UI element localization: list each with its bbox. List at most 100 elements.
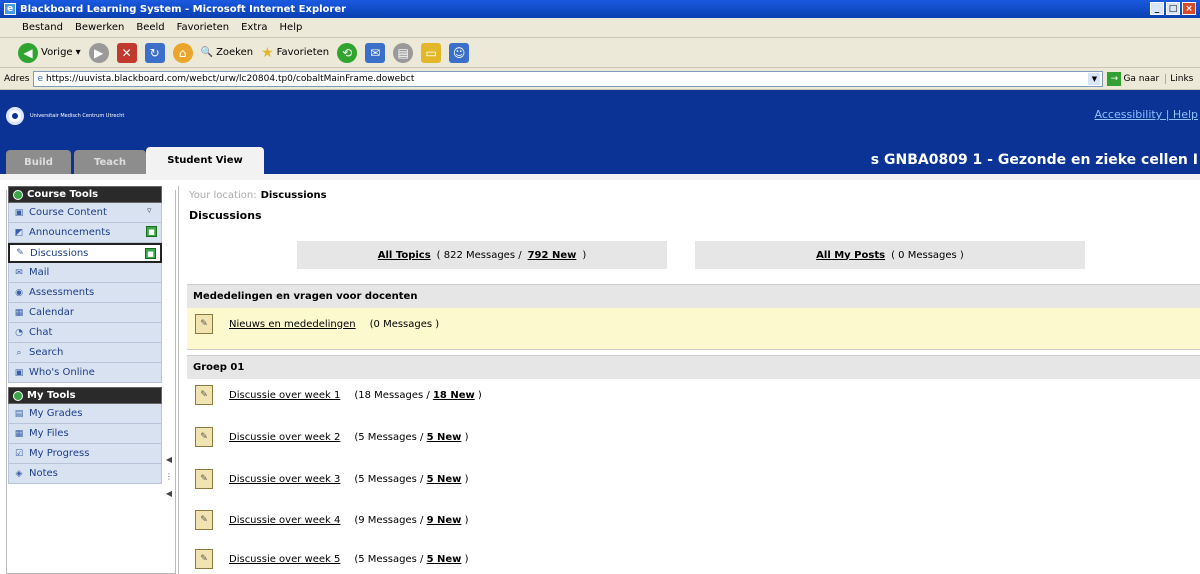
- sidebar-item-whos-online[interactable]: ▣ Who's Online: [8, 363, 162, 383]
- sidebar-item-announcements[interactable]: ◩ Announcements ■: [8, 223, 162, 243]
- menu-favorites[interactable]: Favorieten: [177, 22, 229, 33]
- institution-logo: Universitair Medisch Centrum Utrecht: [6, 107, 124, 125]
- stop-button[interactable]: ✕: [116, 42, 137, 63]
- announcement-icon: ◩: [14, 227, 24, 238]
- discussion-topic-icon: ✎: [195, 469, 213, 489]
- topic-link[interactable]: Discussie over week 4: [229, 515, 340, 526]
- topic-row: ✎ Nieuws en mededelingen (0 Messages ): [187, 308, 1200, 350]
- topic-count: (5 Messages / 5 New ): [354, 473, 469, 485]
- menu-tools[interactable]: Extra: [241, 22, 267, 33]
- back-arrow-icon: ◀: [18, 42, 38, 63]
- topic-link[interactable]: Discussie over week 1: [229, 390, 340, 401]
- tab-build[interactable]: Build: [6, 150, 71, 174]
- menu-bar: Bestand Bewerken Beeld Favorieten Extra …: [0, 18, 1200, 38]
- new-messages-link[interactable]: 18 New: [433, 390, 475, 401]
- mail-button[interactable]: ✉: [365, 42, 386, 63]
- messenger-button[interactable]: ☺: [449, 42, 470, 63]
- sidebar-item-mail[interactable]: ✉ Mail: [8, 263, 162, 283]
- new-messages-link[interactable]: 5 New: [427, 554, 462, 565]
- course-title: s GNBA0809 1 - Gezonde en zieke cellen I: [870, 152, 1198, 168]
- notes-icon: ◈: [15, 468, 23, 479]
- tab-divider: [0, 174, 1200, 180]
- maximize-button[interactable]: □: [1166, 2, 1180, 15]
- topic-row: ✎ Discussie over week 2 (5 Messages / 5 …: [187, 422, 1200, 452]
- history-button[interactable]: ⟲: [337, 42, 358, 63]
- sidebar-collapse-handle[interactable]: ◀ ⋮ ◀: [165, 455, 173, 515]
- online-icon: ▣: [14, 367, 24, 378]
- discussion-topic-icon: ✎: [195, 427, 213, 447]
- address-bar: Adres e https://uuvista.blackboard.com/w…: [0, 68, 1200, 90]
- sidebar-item-course-content[interactable]: ▣ Course Content ▿: [8, 203, 162, 223]
- new-messages-link[interactable]: 5 New: [427, 432, 462, 443]
- tab-teach[interactable]: Teach: [74, 150, 146, 174]
- topic-link[interactable]: Discussie over week 5: [229, 554, 340, 565]
- browser-toolbar: ◀ Vorige ▾ ▶ ✕ ↻ ⌂ 🔍 Zoeken ★ Favorieten…: [0, 38, 1200, 68]
- sidebar-item-search[interactable]: ⌕ Search: [8, 343, 162, 363]
- all-topics-new-link[interactable]: 792 New: [528, 250, 577, 261]
- sidebar-item-my-grades[interactable]: ▤ My Grades: [8, 404, 162, 424]
- accessibility-help-link[interactable]: Accessibility | Help: [1095, 108, 1198, 121]
- topic-link[interactable]: Discussie over week 3: [229, 474, 340, 485]
- favorites-button[interactable]: ★ Favorieten: [261, 45, 329, 61]
- back-button[interactable]: ◀ Vorige ▾: [18, 42, 81, 63]
- sidebar-item-calendar[interactable]: ▦ Calendar: [8, 303, 162, 323]
- minimize-button[interactable]: _: [1150, 2, 1164, 15]
- section-icon: [13, 390, 23, 401]
- sidebar-item-assessments[interactable]: ◉ Assessments: [8, 283, 162, 303]
- topic-row: ✎ Discussie over week 4 (9 Messages / 9 …: [187, 505, 1200, 535]
- collapse-grip-icon: ⋮: [165, 472, 173, 481]
- chevron-down-icon[interactable]: ▼: [1088, 72, 1101, 85]
- sidebar-item-my-progress[interactable]: ☑ My Progress: [8, 444, 162, 464]
- topic-link[interactable]: Nieuws en mededelingen: [229, 319, 356, 330]
- sidebar-item-my-files[interactable]: ▦ My Files: [8, 424, 162, 444]
- refresh-button[interactable]: ↻: [144, 42, 165, 63]
- topic-count: (9 Messages / 9 New ): [354, 514, 469, 526]
- search-icon: 🔍: [200, 47, 214, 58]
- go-arrow-icon: →: [1107, 71, 1122, 86]
- grades-icon: ▤: [14, 408, 24, 419]
- new-messages-link[interactable]: 9 New: [427, 515, 462, 526]
- category-header: Groep 01: [187, 355, 1200, 379]
- all-topics-box: All Topics ( 822 Messages / 792 New ): [297, 241, 667, 269]
- my-tools-header[interactable]: My Tools: [8, 387, 162, 404]
- print-button[interactable]: ▤: [393, 42, 414, 63]
- links-button[interactable]: Links: [1165, 73, 1193, 84]
- close-button[interactable]: ×: [1182, 2, 1196, 15]
- forward-button[interactable]: ▶: [88, 42, 109, 63]
- go-button[interactable]: → Ga naar: [1107, 71, 1159, 86]
- topic-link[interactable]: Discussie over week 2: [229, 432, 340, 443]
- collapse-arrow-icon: ◀: [165, 489, 173, 498]
- calendar-icon: ▦: [14, 307, 24, 318]
- section-icon: [13, 189, 23, 200]
- all-topics-link[interactable]: All Topics: [378, 250, 431, 261]
- new-messages-link[interactable]: 5 New: [427, 474, 462, 485]
- topic-count: (5 Messages / 5 New ): [354, 553, 469, 565]
- search-button[interactable]: 🔍 Zoeken: [201, 47, 254, 58]
- collapse-arrow-icon: ◀: [165, 455, 173, 464]
- discussion-icon: ✎: [16, 248, 24, 258]
- address-input[interactable]: e https://uuvista.blackboard.com/webct/u…: [33, 70, 1104, 87]
- sidebar: Course Tools ▣ Course Content ▿ ◩ Announ…: [8, 186, 162, 484]
- breadcrumb: Your location: Discussions: [189, 189, 327, 201]
- menu-help[interactable]: Help: [280, 22, 303, 33]
- menu-view[interactable]: Beeld: [136, 22, 164, 33]
- menu-file[interactable]: Bestand: [22, 22, 63, 33]
- sidebar-item-chat[interactable]: ◔ Chat: [8, 323, 162, 343]
- chevron-down-icon[interactable]: ▿: [147, 206, 157, 217]
- page-title: Discussions: [189, 208, 262, 222]
- folder-button[interactable]: ▭: [421, 42, 442, 63]
- address-label: Adres: [4, 73, 30, 84]
- menu-edit[interactable]: Bewerken: [75, 22, 124, 33]
- topic-count: (18 Messages / 18 New ): [354, 389, 482, 401]
- sidebar-item-discussions[interactable]: ✎ Discussions ■: [8, 243, 162, 263]
- all-my-posts-link[interactable]: All My Posts: [816, 250, 885, 261]
- home-button[interactable]: ⌂: [172, 42, 193, 63]
- window-titlebar: e Blackboard Learning System - Microsoft…: [0, 0, 1200, 18]
- seal-icon: [6, 107, 24, 125]
- mail-icon: ✉: [15, 267, 23, 278]
- tab-student-view[interactable]: Student View: [146, 147, 264, 174]
- course-tools-header[interactable]: Course Tools: [8, 186, 162, 203]
- star-icon: ★: [261, 44, 274, 61]
- topic-count: (5 Messages / 5 New ): [354, 431, 469, 443]
- sidebar-item-notes[interactable]: ◈ Notes: [8, 464, 162, 484]
